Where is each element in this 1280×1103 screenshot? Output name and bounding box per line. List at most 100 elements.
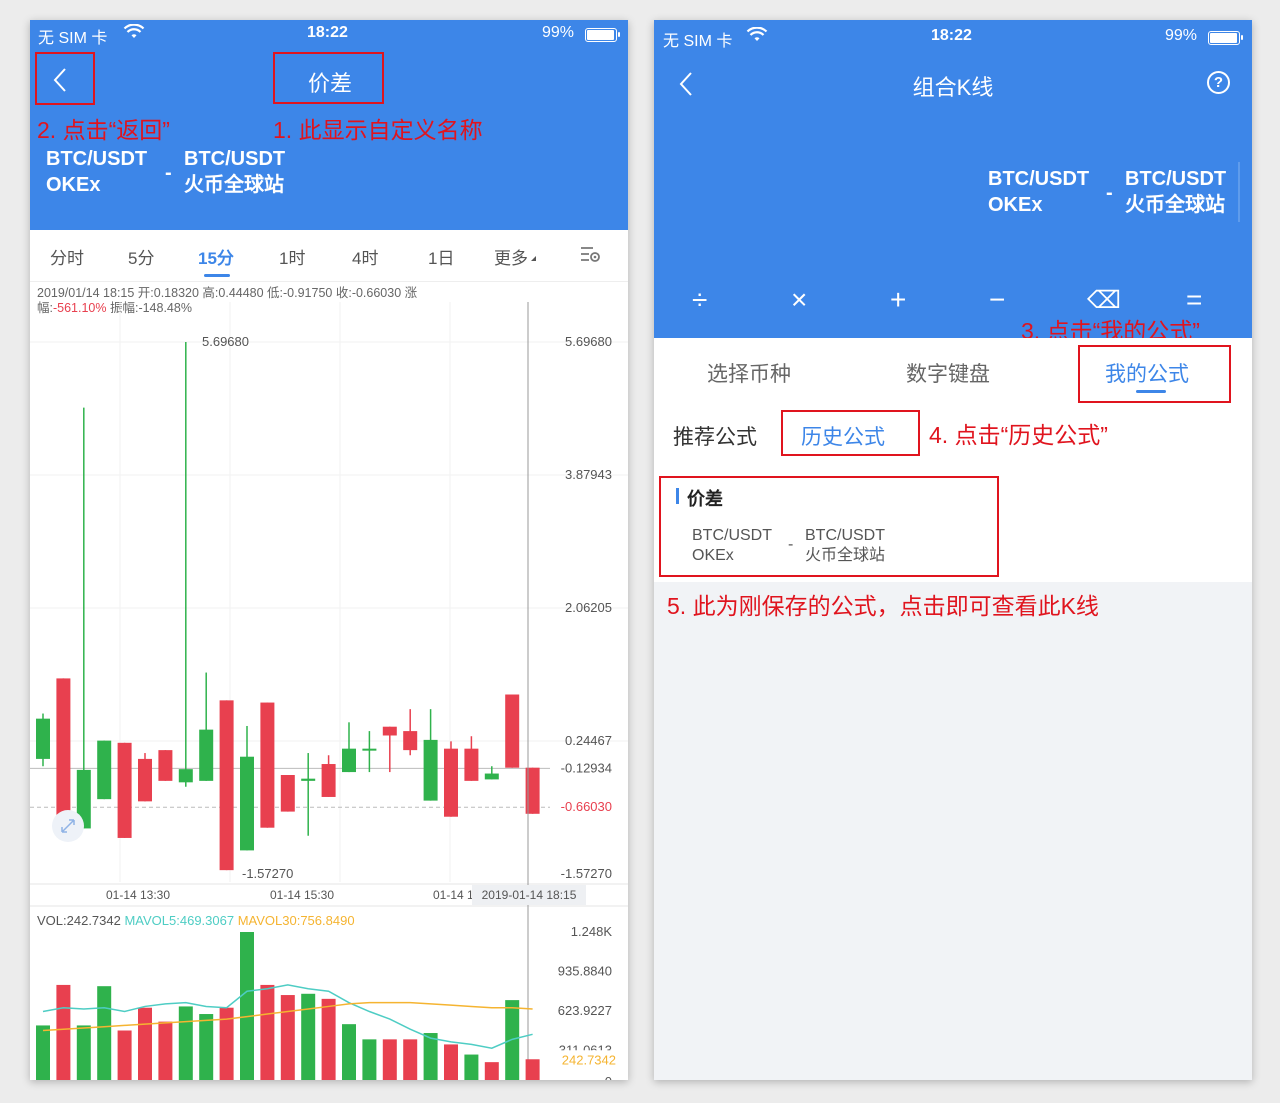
status-time-right: 18:22 [931,27,972,44]
backspace-key[interactable]: ⌫ [1087,286,1121,315]
volume-bar [403,1039,418,1080]
candle-body [301,778,316,781]
tab-select-coin[interactable]: 选择币种 [707,358,791,388]
vol-y-axis-label: 1.248K [571,924,613,939]
candle-body [484,773,499,780]
candle-body [240,756,254,851]
annotation-5: 5. 此为刚保存的公式，点击即可查看此K线 [667,593,1099,619]
expand-icon [61,819,75,833]
candle-body [117,742,132,838]
volume-bar [301,993,316,1080]
annotation-4: 4. 点击“历史公式” [929,422,1108,448]
volume-bar [280,995,295,1080]
tab-1d[interactable]: 1日 [428,244,454,269]
help-icon[interactable]: ? [1207,71,1230,94]
plus-key[interactable]: + [890,284,906,316]
tab-numeric-keypad[interactable]: 数字键盘 [906,358,990,388]
volume-legend: VOL:242.7342 MAVOL5:469.3067 MAVOL30:756… [37,913,355,928]
annotation-1: 1. 此显示自定义名称 [273,117,483,143]
annotation-2: 2. 点击“返回” [37,117,170,143]
candle-body [505,694,520,768]
status-time: 18:22 [307,24,348,41]
candle-body [280,775,295,812]
chart-settings-icon[interactable] [579,244,601,269]
volume-bar [117,1030,132,1080]
minus-key[interactable]: − [989,284,1005,316]
kline-chart[interactable]: 5.69680 -1.57270 5.69680 3.87943 2.06205 0.24… [30,282,628,1080]
empty-area [654,582,1252,1080]
more-triangle-icon [531,256,536,261]
volume-bar [158,1021,173,1080]
divide-key[interactable]: ÷ [692,284,707,316]
multiply-key[interactable]: × [791,284,807,316]
volume-bar [97,986,112,1080]
battery-icon-right [1208,29,1243,47]
candle-body [199,729,214,781]
pair-b-symbol-right: BTC/USDT [1125,168,1227,190]
tab-1h[interactable]: 1时 [279,244,305,269]
volume-bar [423,1033,438,1080]
volume-bar [56,984,71,1080]
annotation-box-formula [659,476,999,577]
volume-legend-item: MAVOL30:756.8490 [234,913,354,928]
wifi-icon-right [746,26,768,48]
volume-bar [342,1024,356,1080]
y-axis-label: -0.66030 [561,799,612,814]
candle-body [97,740,112,800]
volume-bar [321,998,336,1080]
pair-a: BTC/USDT OKEx [46,146,147,198]
candle-body [403,731,418,751]
back-button-right[interactable] [678,70,694,103]
y-axis-label: -1.57270 [561,866,612,881]
fullscreen-button[interactable] [52,810,84,842]
candle-body [423,739,438,801]
status-battery-text-right: 99% [1165,27,1198,44]
candle-body [382,726,397,736]
annotation-box-my-formula [1078,345,1231,403]
status-carrier: 无 SIM 卡 [38,30,108,47]
volume-legend-item: MAVOL5:469.3067 [121,913,234,928]
candle-body [260,702,275,828]
tab-5min[interactable]: 5分 [128,244,154,269]
x-axis-label: 01-14 13:30 [106,888,170,902]
volume-bar [382,1039,397,1080]
chevron-left-icon [679,72,692,96]
tab-15min[interactable]: 15分 [198,244,234,269]
volume-bar [36,1025,50,1080]
high-price-label: 5.69680 [202,334,249,349]
tab-recommended-formula[interactable]: 推荐公式 [673,421,757,451]
candle-body [444,748,458,817]
y-axis-label: 0.24467 [565,733,612,748]
status-carrier-right: 无 SIM 卡 [663,33,733,50]
pair-a-symbol-right: BTC/USDT [988,168,1090,190]
y-axis-label: 2.06205 [565,600,612,615]
volume-bar [178,1006,193,1080]
volume-bar [138,1007,152,1080]
page-title-right: 组合K线 [912,75,994,100]
pair-b-right: BTC/USDT 火币全球站 [1125,166,1226,218]
volume-bar [484,1062,499,1080]
status-battery-text: 99% [542,24,575,41]
pair-b-symbol: BTC/USDT [184,148,286,170]
vol-y-axis-label: 0 [605,1074,612,1080]
battery-icon [585,26,620,44]
candle-body [342,748,356,773]
vol-current-label: 242.7342 [562,1052,616,1067]
volume-bar [464,1054,479,1080]
low-price-label: -1.57270 [242,866,293,881]
pair-minus: - [165,162,172,184]
pair-a-right: BTC/USDT OKEx [988,166,1089,218]
tab-more[interactable]: 更多 [494,244,528,269]
x-axis-label: 01-14 15:30 [270,888,334,902]
wifi-icon [123,23,145,45]
cursor [1238,162,1240,222]
candle-body [178,769,193,783]
y-axis-label: 3.87943 [565,467,612,482]
volume-bar [76,1025,91,1080]
tab-4h[interactable]: 4时 [352,244,378,269]
pair-a-symbol: BTC/USDT [46,148,148,170]
tab-fenshi[interactable]: 分时 [50,244,84,269]
y-axis-label: 5.69680 [565,334,612,349]
phone-left: 无 SIM 卡 18:22 99% 价差 2. 点击“返回” 1. 此显示自定义… [30,20,628,1080]
volume-bar [199,1014,214,1080]
